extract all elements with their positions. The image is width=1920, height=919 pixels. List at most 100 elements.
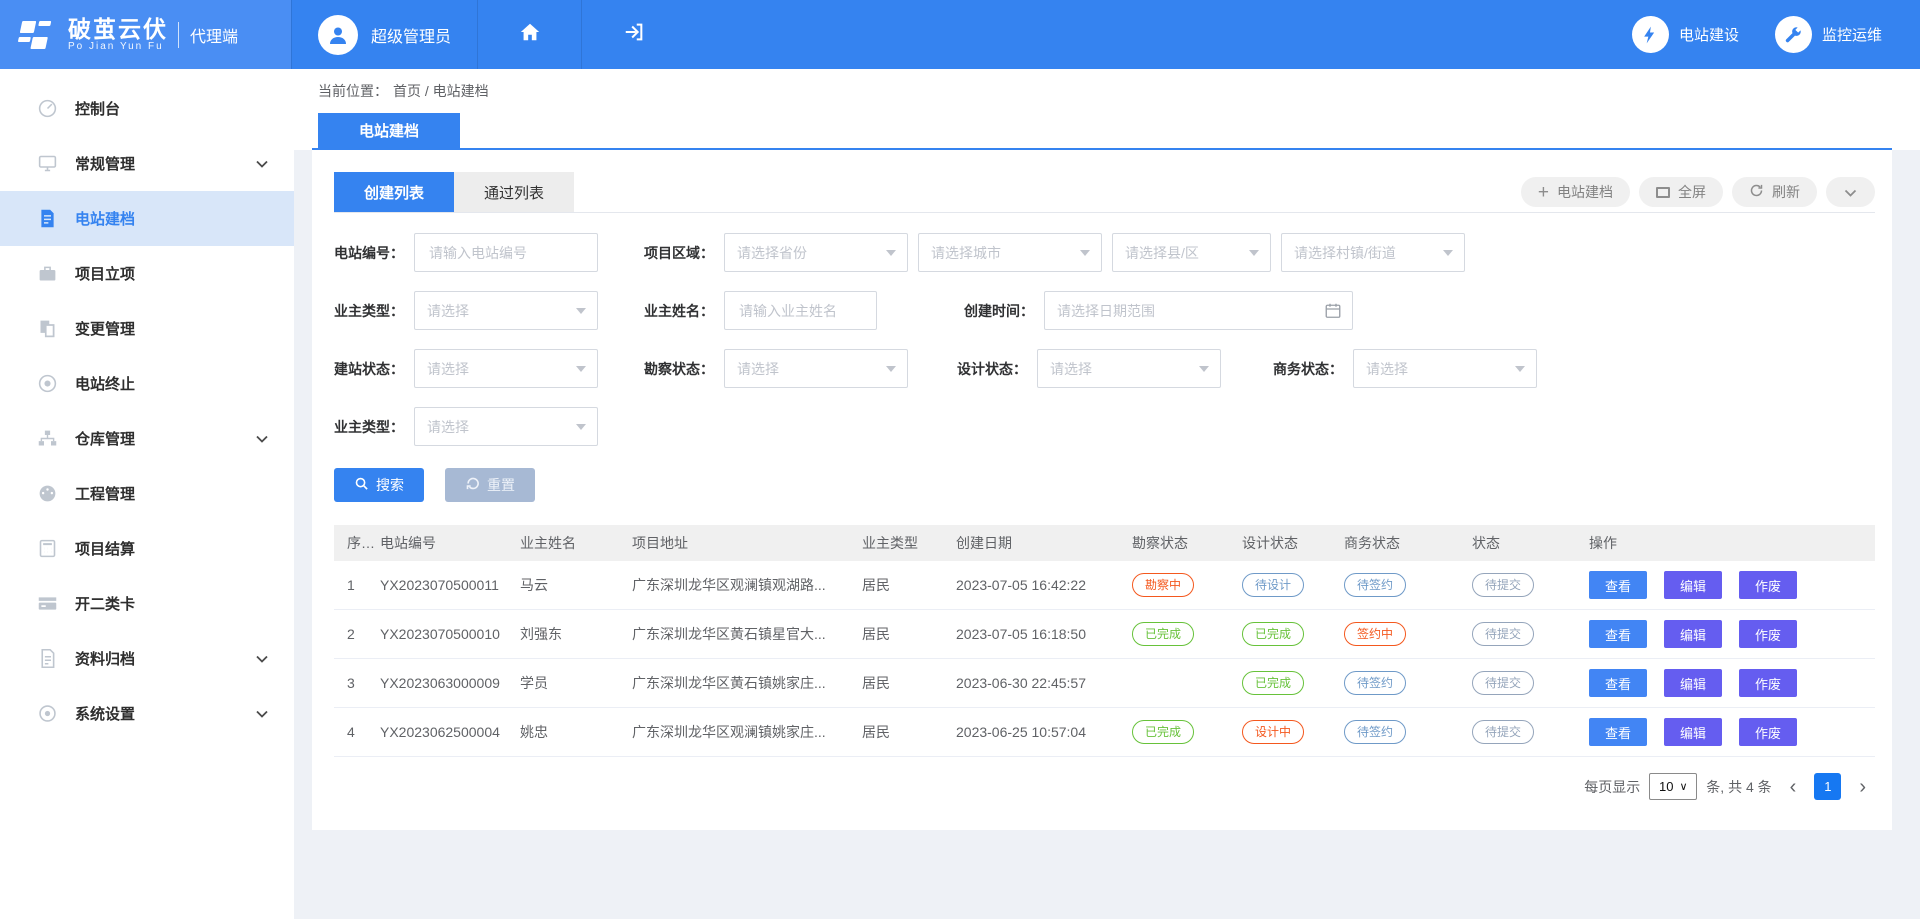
caret-down-icon	[1249, 250, 1259, 261]
refresh-button[interactable]: 刷新	[1732, 177, 1817, 207]
sidebar-item-warehouse-mgmt[interactable]: 仓库管理	[0, 411, 294, 466]
sidebar-item-engineering-mgmt[interactable]: 工程管理	[0, 466, 294, 521]
status-badge: 已完成	[1132, 622, 1194, 646]
sidebar-item-project-initiation[interactable]: 项目立项	[0, 246, 294, 301]
home-icon	[519, 21, 541, 48]
per-page-select[interactable]: 10 ∨	[1649, 773, 1697, 800]
document-icon	[36, 208, 58, 230]
void-button[interactable]: 作废	[1739, 620, 1797, 648]
build-status-select[interactable]: 请选择	[414, 349, 598, 388]
county-select[interactable]: 请选择县/区	[1112, 233, 1271, 272]
brand-title: 破茧云伏	[68, 17, 168, 42]
caret-down-icon	[886, 366, 896, 377]
dashboard-icon	[36, 483, 58, 505]
add-station-archive-button[interactable]: + 电站建档	[1521, 177, 1630, 207]
sidebar-item-station-termination[interactable]: 电站终止	[0, 356, 294, 411]
design-status-select[interactable]: 请选择	[1037, 349, 1221, 388]
status-badge: 设计中	[1242, 720, 1304, 744]
sidebar-item-label: 开二类卡	[75, 593, 135, 614]
wrench-icon	[1775, 16, 1812, 53]
sidebar-item-label: 变更管理	[75, 318, 135, 339]
fullscreen-icon	[1656, 187, 1670, 198]
logout-button[interactable]	[581, 0, 685, 69]
portal-label: 代理端	[178, 22, 238, 48]
reset-button[interactable]: 重置	[445, 468, 535, 502]
collapse-filters-button[interactable]	[1826, 177, 1875, 207]
fullscreen-button[interactable]: 全屏	[1639, 177, 1723, 207]
void-button[interactable]: 作废	[1739, 571, 1797, 599]
username: 超级管理员	[371, 23, 451, 47]
sidebar-item-label: 仓库管理	[75, 428, 135, 449]
status-badge: 待签约	[1344, 671, 1406, 695]
caret-down-icon	[886, 250, 896, 261]
content-area: 创建列表 通过列表 + 电站建档 全屏	[294, 150, 1920, 919]
view-button[interactable]: 查看	[1589, 620, 1647, 648]
void-button[interactable]: 作废	[1739, 718, 1797, 746]
business-status-select[interactable]: 请选择	[1353, 349, 1537, 388]
page-tab-station-archive[interactable]: 电站建档	[318, 113, 460, 148]
view-button[interactable]: 查看	[1589, 571, 1647, 599]
view-button[interactable]: 查看	[1589, 718, 1647, 746]
sidebar-item-change-mgmt[interactable]: 变更管理	[0, 301, 294, 356]
bank-card-icon	[36, 593, 58, 615]
sitemap-icon	[36, 428, 58, 450]
total-count-label: 条, 共 4 条	[1706, 777, 1771, 797]
tab-passed-list[interactable]: 通过列表	[454, 172, 574, 212]
caret-down-icon: ∨	[1680, 780, 1688, 793]
header-quick-nav: 电站建设 监控运维	[1632, 0, 1920, 69]
user-avatar-icon	[318, 15, 358, 55]
top-strip: 当前位置： 首页 / 电站建档 电站建档	[294, 69, 1920, 150]
calculator-icon	[36, 538, 58, 560]
gear-icon	[36, 703, 58, 725]
sidebar-item-label: 常规管理	[75, 153, 135, 174]
province-select[interactable]: 请选择省份	[724, 233, 908, 272]
lightning-icon	[1632, 16, 1669, 53]
status-badge: 勘察中	[1132, 573, 1194, 597]
survey-status-select[interactable]: 请选择	[724, 349, 908, 388]
edit-button[interactable]: 编辑	[1664, 669, 1722, 697]
sidebar-item-file-archive[interactable]: 资料归档	[0, 631, 294, 686]
file-icon	[36, 648, 58, 670]
sidebar-item-general-mgmt[interactable]: 常规管理	[0, 136, 294, 191]
breadcrumb-path: 首页 / 电站建档	[393, 81, 489, 101]
edit-button[interactable]: 编辑	[1664, 718, 1722, 746]
sidebar-item-type2-card[interactable]: 开二类卡	[0, 576, 294, 631]
main-card: 创建列表 通过列表 + 电站建档 全屏	[312, 150, 1892, 830]
sidebar-item-system-settings[interactable]: 系统设置	[0, 686, 294, 741]
sidebar-item-label: 电站建档	[75, 208, 135, 229]
current-user[interactable]: 超级管理员	[291, 0, 477, 69]
breadcrumb-label: 当前位置：	[318, 81, 388, 101]
station-code-input[interactable]	[427, 244, 585, 262]
nav-station-build[interactable]: 电站建设	[1632, 16, 1739, 53]
sidebar-item-label: 资料归档	[75, 648, 135, 669]
view-button[interactable]: 查看	[1589, 669, 1647, 697]
prev-page-icon[interactable]: ‹	[1790, 777, 1797, 797]
sidebar-item-station-archive[interactable]: 电站建档	[0, 191, 294, 246]
void-button[interactable]: 作废	[1739, 669, 1797, 697]
town-select[interactable]: 请选择村镇/街道	[1281, 233, 1465, 272]
reset-icon	[465, 476, 480, 494]
chevron-down-icon	[256, 160, 268, 168]
station-table: 序号 电站编号 业主姓名 项目地址 业主类型 创建日期 勘察状态 设计状态 商务…	[334, 525, 1875, 757]
status-badge: 已完成	[1242, 671, 1304, 695]
home-button[interactable]	[477, 0, 581, 69]
page-number-active[interactable]: 1	[1814, 773, 1841, 800]
search-button[interactable]: 搜索	[334, 468, 424, 502]
owner-type2-select[interactable]: 请选择	[414, 407, 598, 446]
owner-name-input[interactable]	[737, 302, 864, 320]
next-page-icon[interactable]: ›	[1859, 777, 1866, 797]
owner-type-select[interactable]: 请选择	[414, 291, 598, 330]
status-badge: 待提交	[1472, 573, 1534, 597]
edit-button[interactable]: 编辑	[1664, 571, 1722, 599]
city-select[interactable]: 请选择城市	[918, 233, 1102, 272]
sidebar-item-console[interactable]: 控制台	[0, 81, 294, 136]
nav-monitor-ops[interactable]: 监控运维	[1775, 16, 1882, 53]
sidebar-item-project-settlement[interactable]: 项目结算	[0, 521, 294, 576]
sidebar-item-label: 项目立项	[75, 263, 135, 284]
edit-button[interactable]: 编辑	[1664, 620, 1722, 648]
date-range-picker[interactable]: 请选择日期范围	[1044, 291, 1353, 330]
survey-status-label: 勘察状态：	[598, 359, 714, 379]
card-toolbar: + 电站建档 全屏 刷新	[1521, 177, 1875, 207]
tab-created-list[interactable]: 创建列表	[334, 172, 454, 212]
owner-type-label: 业主类型：	[334, 301, 404, 321]
